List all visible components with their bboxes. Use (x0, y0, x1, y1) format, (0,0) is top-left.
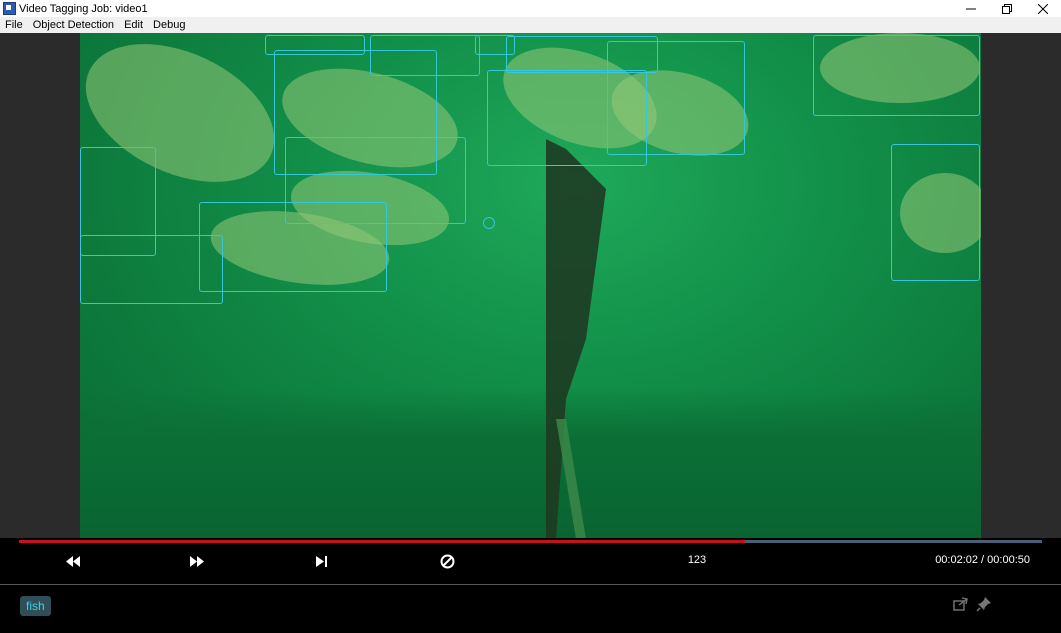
pole-image (546, 139, 606, 538)
video-frame[interactable] (80, 33, 981, 538)
progress-fill (19, 540, 746, 543)
skip-to-end-icon (316, 555, 327, 567)
window-controls (953, 0, 1061, 17)
menu-file[interactable]: File (0, 17, 28, 33)
minimize-icon (966, 8, 976, 9)
progress-track[interactable] (19, 540, 1042, 543)
tag-fish[interactable]: fish (20, 596, 51, 616)
bounding-box[interactable] (199, 202, 387, 292)
bounding-box[interactable] (607, 41, 745, 155)
menu-bar: File Object Detection Edit Debug (0, 17, 1061, 33)
point-marker[interactable] (483, 217, 495, 229)
pin-icon[interactable] (976, 596, 992, 612)
share-icon[interactable] (953, 596, 969, 612)
close-button[interactable] (1025, 0, 1061, 17)
time-display: 00:02:02 / 00:00:50 (935, 554, 1030, 566)
fast-forward-icon (190, 555, 204, 567)
app-icon (3, 2, 16, 15)
clear-icon (440, 554, 454, 568)
sea-floor (80, 388, 981, 538)
bounding-box[interactable] (891, 144, 980, 281)
frame-counter: 123 (687, 554, 707, 566)
window-title: Video Tagging Job: video1 (19, 2, 148, 15)
bounding-box[interactable] (475, 35, 515, 55)
minimize-button[interactable] (953, 0, 989, 17)
bounding-box[interactable] (813, 35, 980, 116)
rewind-button[interactable] (62, 553, 84, 569)
fast-forward-button[interactable] (186, 553, 208, 569)
rewind-icon (66, 555, 80, 567)
menu-object-detection[interactable]: Object Detection (28, 17, 119, 33)
bounding-box[interactable] (265, 35, 365, 55)
skip-to-end-button[interactable] (311, 553, 333, 569)
clear-button[interactable] (436, 552, 458, 570)
menu-debug[interactable]: Debug (148, 17, 190, 33)
restore-icon (1002, 3, 1012, 14)
video-panel (0, 33, 1061, 538)
bounding-box[interactable] (370, 35, 480, 76)
title-bar: Video Tagging Job: video1 (0, 0, 1061, 17)
menu-edit[interactable]: Edit (119, 17, 148, 33)
divider (0, 584, 1061, 585)
close-icon (1038, 3, 1048, 14)
restore-button[interactable] (989, 0, 1025, 17)
bounding-box[interactable] (80, 235, 223, 304)
